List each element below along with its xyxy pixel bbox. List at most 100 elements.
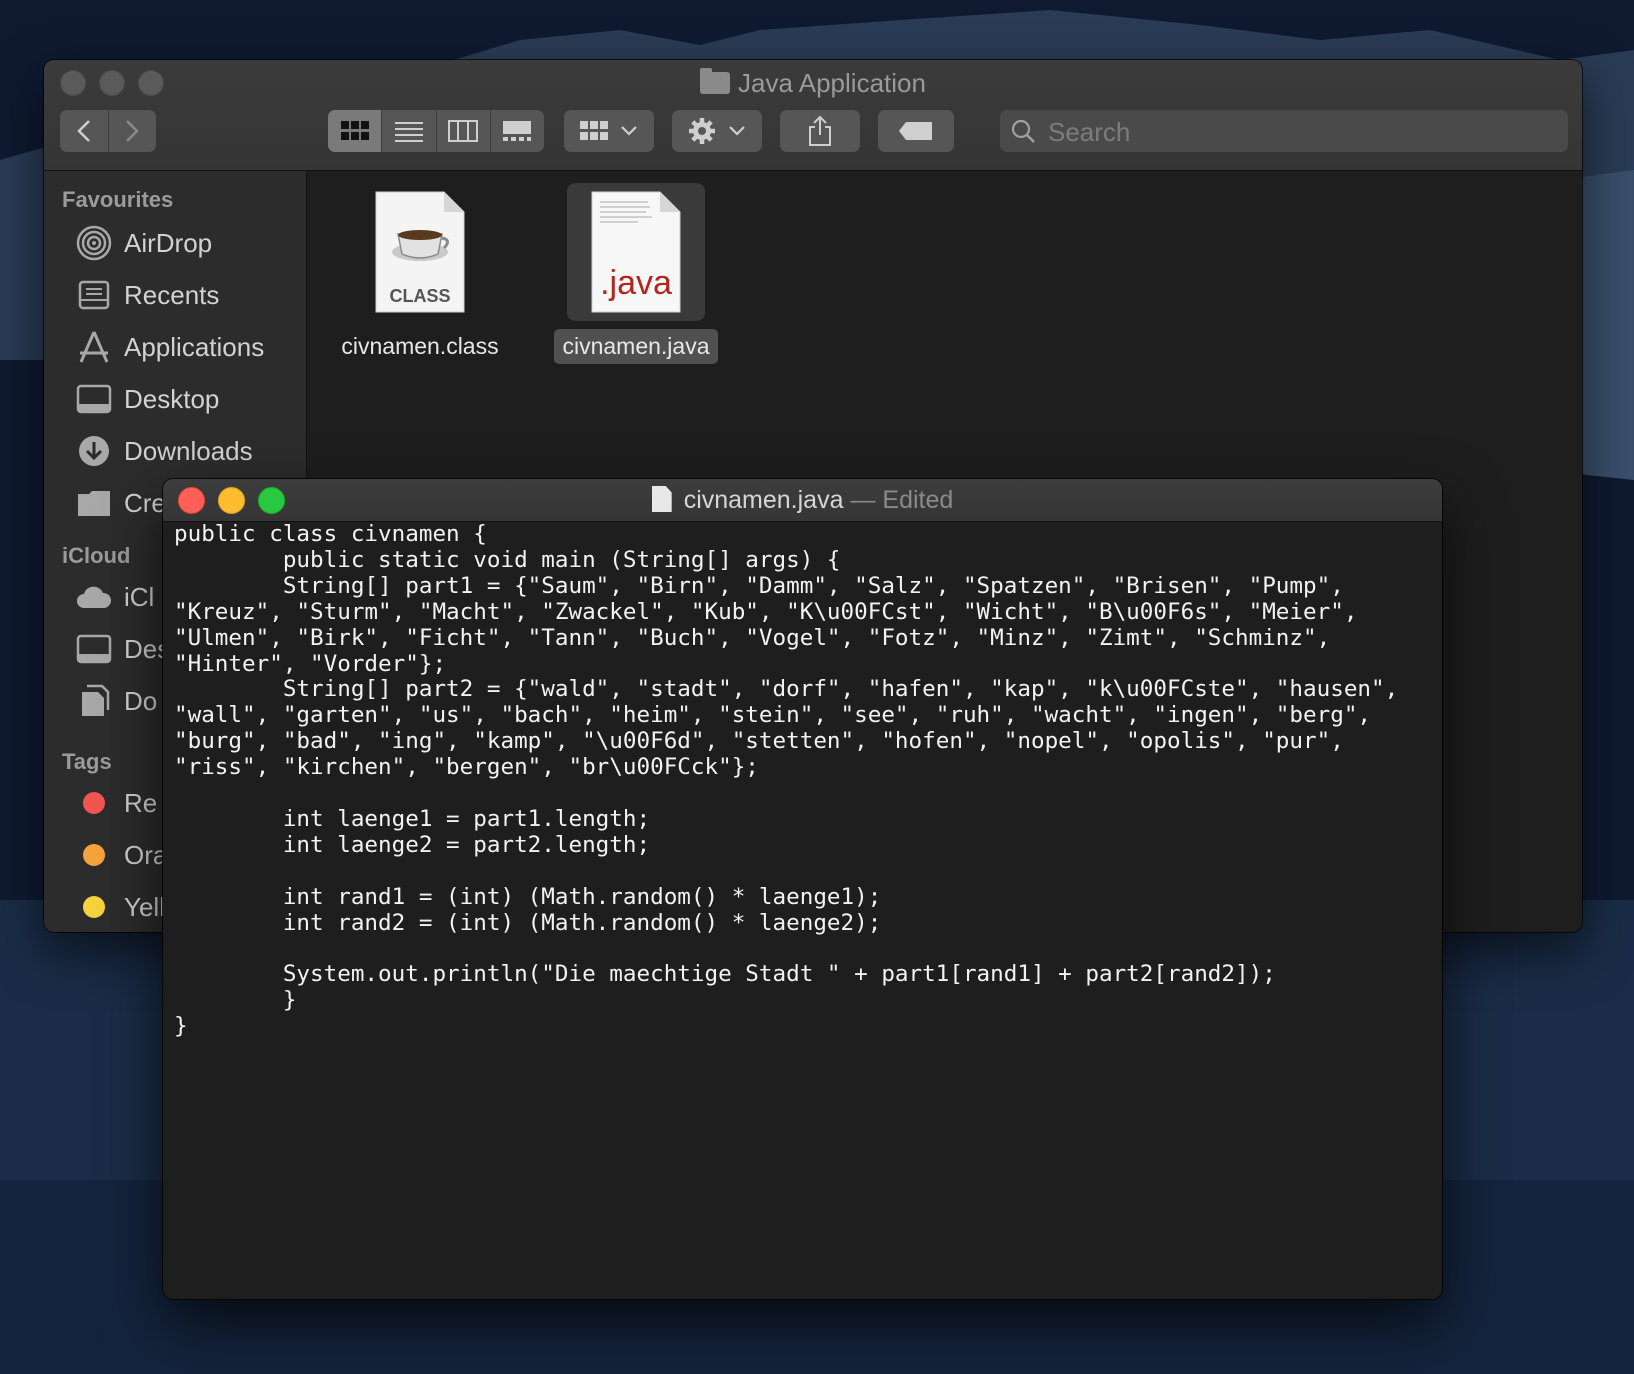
- code-line: System.out.println("Die maechtige Stadt …: [174, 961, 1276, 988]
- file-name: civnamen.class: [341, 333, 499, 359]
- share-button[interactable]: [780, 110, 860, 152]
- gear-icon: [689, 118, 715, 144]
- sidebar-item-recents[interactable]: Recents: [76, 275, 219, 315]
- document-filename: civnamen.java: [683, 486, 844, 514]
- downloads-icon: [79, 436, 109, 466]
- sidebar-item-folder[interactable]: Cre: [76, 483, 166, 523]
- sidebar-item-desktop[interactable]: Desktop: [76, 379, 219, 419]
- document-edited-status: — Edited: [850, 486, 954, 514]
- columns-icon: [448, 120, 479, 142]
- code-line: "Kreuz", "Sturm", "Macht", "Zwackel", "K…: [174, 598, 1358, 625]
- group-by-button[interactable]: [564, 110, 654, 152]
- code-line: int laenge2 = part2.length;: [174, 831, 651, 858]
- sidebar-item-label: Downloads: [124, 435, 253, 466]
- tags-button[interactable]: [878, 110, 954, 152]
- navigation-buttons: [60, 110, 156, 152]
- code-line: String[] part1 = {"Saum", "Birn", "Damm"…: [174, 572, 1344, 599]
- sidebar-item-icloud-drive[interactable]: iCl: [76, 577, 154, 617]
- action-button[interactable]: [672, 110, 762, 152]
- file-item-java[interactable]: .java civnamen.java: [543, 183, 729, 364]
- documents-icon: [82, 684, 110, 716]
- file-type-badge: .java: [600, 264, 672, 302]
- text-editor-area[interactable]: public class civnamen { public static vo…: [163, 522, 1442, 1299]
- sidebar-item-applications[interactable]: Applications: [76, 327, 264, 367]
- list-view-button[interactable]: [382, 110, 437, 152]
- search-input[interactable]: [1046, 110, 1550, 154]
- grid-icon: [580, 121, 608, 140]
- chevron-down-icon: [621, 126, 637, 136]
- textedit-window: civnamen.java — Edited public class civn…: [163, 479, 1442, 1299]
- sidebar-item-label: Yell: [124, 891, 165, 922]
- desktop-icon: [76, 634, 112, 664]
- file-icon-container: CLASS: [351, 183, 489, 321]
- sidebar-tag-yellow[interactable]: Yell: [76, 887, 165, 927]
- desktop-icon: [76, 384, 112, 414]
- sidebar-item-icloud-desktop[interactable]: Des: [76, 629, 170, 669]
- chevron-left-icon: [76, 120, 90, 142]
- code-line: public class civnamen {: [174, 522, 487, 547]
- finder-toolbar: Java Application: [44, 60, 1582, 171]
- sidebar-item-label: Re: [124, 787, 158, 818]
- share-icon: [809, 115, 831, 146]
- search-icon: [1011, 119, 1035, 143]
- list-icon: [394, 122, 423, 142]
- chevron-down-icon: [729, 126, 745, 136]
- search-field[interactable]: [1000, 110, 1568, 154]
- recents-icon: [78, 280, 110, 310]
- view-mode-control: [328, 110, 544, 152]
- sidebar-item-label: Recents: [124, 279, 220, 310]
- icloud-icon: [77, 586, 112, 608]
- file-icon-container: .java: [567, 183, 705, 321]
- column-view-button[interactable]: [437, 110, 491, 152]
- folder-icon: [78, 491, 110, 516]
- code-line: }: [174, 1013, 188, 1040]
- code-line: "burg", "bad", "ing", "kamp", "\u00F6d",…: [174, 728, 1344, 755]
- code-line: "wall", "garten", "us", "bach", "heim", …: [174, 702, 1372, 729]
- sidebar-item-label: iCl: [124, 581, 155, 612]
- icon-view-button[interactable]: [328, 110, 383, 152]
- icloud-heading: iCloud: [62, 543, 131, 568]
- back-button[interactable]: [60, 110, 109, 152]
- sidebar-item-label: Do: [124, 685, 158, 716]
- code-line: int rand2 = (int) (Math.random() * laeng…: [174, 909, 882, 936]
- sidebar-tag-red[interactable]: Re: [76, 783, 157, 823]
- sidebar-item-label: AirDrop: [124, 227, 213, 258]
- gallery-icon: [503, 121, 532, 141]
- favourites-heading: Favourites: [62, 187, 174, 212]
- applications-icon: [79, 331, 109, 363]
- sidebar-item-documents[interactable]: Do: [76, 681, 157, 721]
- folder-icon: [700, 68, 731, 94]
- code-line: "riss", "kirchen", "bergen", "br\u00FCck…: [174, 754, 759, 781]
- chevron-right-icon: [126, 120, 140, 142]
- sidebar-item-airdrop[interactable]: AirDrop: [76, 223, 212, 263]
- yellow-tag-icon: [83, 896, 105, 918]
- red-tag-icon: [83, 792, 105, 814]
- document-icon: [651, 486, 672, 512]
- code-line: "Hinter", "Vorder"};: [174, 650, 447, 677]
- gallery-view-button[interactable]: [491, 110, 544, 152]
- sidebar-item-label: Applications: [124, 331, 265, 362]
- tags-heading: Tags: [62, 749, 112, 774]
- file-type-badge: CLASS: [389, 286, 450, 306]
- code-line: int rand1 = (int) (Math.random() * laeng…: [174, 883, 882, 910]
- code-line: }: [174, 987, 297, 1014]
- code-line: String[] part2 = {"wald", "stadt", "dorf…: [174, 676, 1399, 703]
- textedit-titlebar: civnamen.java — Edited: [163, 479, 1442, 522]
- file-item-class[interactable]: CLASS civnamen.class: [327, 183, 513, 364]
- orange-tag-icon: [83, 844, 105, 866]
- sidebar-item-label: Ora: [124, 839, 168, 870]
- code-line: public static void main (String[] args) …: [174, 546, 841, 573]
- sidebar-tag-orange[interactable]: Ora: [76, 835, 167, 875]
- window-title: civnamen.java — Edited: [163, 485, 1442, 515]
- airdrop-icon: [76, 225, 112, 261]
- sidebar-item-downloads[interactable]: Downloads: [76, 431, 253, 471]
- sidebar-item-label: Desktop: [124, 383, 220, 414]
- code-line: int laenge1 = part1.length;: [174, 805, 651, 832]
- tag-icon: [899, 122, 932, 140]
- file-name: civnamen.java: [554, 329, 718, 364]
- java-source-file-icon: .java: [591, 191, 681, 313]
- forward-button[interactable]: [109, 110, 157, 152]
